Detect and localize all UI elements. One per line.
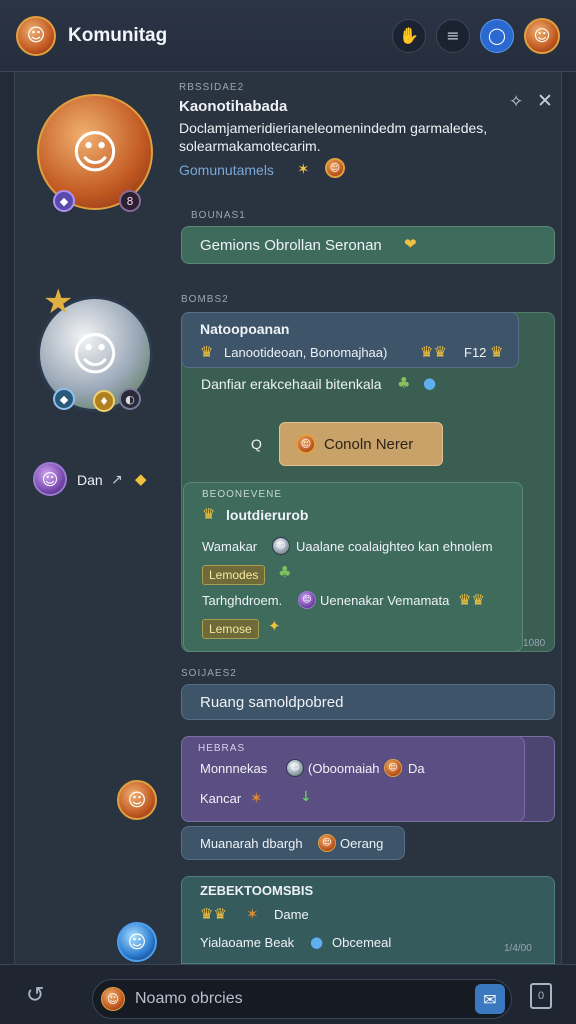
row1-text: Uaalane coalaighteo kan ehnolem (296, 539, 493, 554)
row1-label: Wamakar (202, 539, 258, 554)
crown-icon: ♛ (490, 343, 504, 361)
shield-badge-icon: ◆ (53, 190, 75, 212)
reply2-text: Ruang samoldpobred (200, 694, 344, 711)
nested-title: loutdierurob (226, 507, 309, 523)
level-badge: 8 (119, 190, 141, 212)
post-link[interactable]: Gomunutamels (179, 162, 274, 178)
menu-icon[interactable]: ≡ (436, 18, 470, 53)
purple-line1-b: (Oboomaiah (308, 761, 380, 776)
post-title: Kaonotihabada (179, 98, 288, 115)
top-bar: ☺ Komunitag ✋ ≡ ◯ ☺ (0, 0, 576, 72)
down-arrow-icon: ↓ (300, 789, 312, 805)
group-card-title: Natoopoanan (200, 321, 290, 337)
message-input[interactable] (135, 990, 455, 1008)
gold-badge-icon: ♦ (93, 390, 115, 412)
star-icon: ✶ (297, 160, 310, 178)
dark-badge-icon: ◐ (119, 388, 141, 410)
plant-icon: ♣ (278, 563, 292, 581)
purple-tag: HEBRAS (198, 743, 246, 754)
last-card[interactable]: ZEBEKTOOMSBIS ♛♛ ✶ Dame Yialaoame Beak ●… (181, 876, 555, 964)
crown-icon: ♛♛ (458, 591, 485, 609)
page-title: Komunitag (68, 24, 168, 46)
group-card-subtitle: Lanootideoan, Bonomajhaa) (224, 345, 388, 360)
clipboard-icon[interactable]: 0 (530, 983, 552, 1009)
crown-icon: ♛♛ (420, 343, 447, 361)
last-card-line2-b: Obcemeal (332, 935, 392, 950)
feed[interactable]: ☺ ◆ 8 RBSSIDAE2 Kaonotihabada Doclamjame… (14, 72, 562, 964)
small-reply-bubble[interactable]: Muanarah dbargh ☺ Oerang (181, 826, 405, 860)
post-body-line2: solearmakamotecarim. (179, 138, 321, 154)
star-badge-icon: ★ (43, 282, 74, 322)
purple-line2: Kancar (200, 791, 242, 806)
nested-card[interactable]: BEOONEVENE ♛ loutdierurob Wamakar ☺ Uaal… (183, 482, 523, 652)
composer-bar: ↺ ☺ ✉ 0 (0, 964, 576, 1024)
shield-badge-icon: ◆ (53, 388, 75, 410)
tree-icon: ♣ (397, 374, 411, 392)
send-icon[interactable]: ✉ (475, 984, 505, 1014)
button-prefix: Q (251, 436, 262, 452)
community-avatar[interactable]: ☺ (16, 15, 56, 56)
group-card[interactable]: Natoopoanan ♛ Lanootideoan, Bonomajhaa) … (181, 312, 519, 368)
close-icon[interactable]: ✕ (537, 90, 553, 112)
pin-icon[interactable]: ✧ (509, 92, 523, 112)
gem-icon: ◆ (135, 470, 147, 488)
side-user-avatar[interactable]: ☺ (33, 462, 67, 496)
post-body-line1: Doclamjameridierianeleomenindedm garmale… (179, 120, 488, 136)
composer-avatar: ☺ (101, 987, 125, 1011)
last-author-avatar[interactable]: ☺ (117, 922, 157, 962)
reply1-bubble[interactable]: Gemions Obrollan Seronan ❤ (181, 226, 555, 264)
small-reply-text: Muanarah dbargh (200, 836, 303, 851)
last-card-line1: Dame (274, 907, 309, 922)
purple-avatar-2: ☺ (384, 759, 402, 777)
crown-icon: ♛ (202, 505, 216, 523)
claw-icon: ✶ (246, 905, 259, 923)
group-tag: BOMBS2 (181, 294, 229, 305)
crown-icon: ♛♛ (200, 905, 227, 923)
last-card-title: ZEBEKTOOMSBIS (200, 883, 314, 898)
crown-icon: ♛ (200, 343, 214, 361)
conoln-button[interactable]: ☺ Conoln Nerer (279, 422, 443, 466)
ring-icon[interactable]: ◯ (480, 18, 514, 53)
side-user-name: Dan (77, 472, 103, 488)
purple-avatar-1: ☺ (286, 759, 304, 777)
nested-corner: 1080 (523, 638, 546, 649)
group-card-extra: F12 (464, 345, 487, 360)
user-avatar[interactable]: ☺ (524, 17, 560, 54)
globe-icon: ● (310, 933, 324, 951)
post-tag: RBSSIDAE2 (179, 82, 245, 93)
row2-label: Tarhghdroem. (202, 593, 283, 608)
row2-text: Uenenakar Vemamata (320, 593, 450, 608)
purple-line1-c: Da (408, 761, 425, 776)
row1-avatar: ☺ (272, 537, 290, 555)
globe-icon: ● (423, 374, 437, 392)
clipboard-count: 0 (537, 990, 545, 1002)
claw-icon: ✶ (250, 789, 263, 807)
chip-1[interactable]: Lemodes (202, 565, 266, 585)
purple-author-avatar[interactable]: ☺ (117, 780, 157, 820)
history-icon[interactable]: ↺ (26, 983, 44, 1008)
arrow-icon: ↗ (111, 472, 123, 488)
last-card-line2-a: Yialaoame Beak (200, 935, 295, 950)
spark-icon: ✦ (268, 617, 281, 635)
purple-message[interactable]: HEBRAS Monnnekas ☺ (Oboomaiah ☺ Da Kanca… (181, 736, 525, 822)
button-label: Conoln Nerer (324, 435, 414, 453)
row2-avatar: ☺ (298, 591, 316, 609)
trophy-icon: ❤ (404, 235, 417, 253)
last-card-corner: 1/4/00 (504, 943, 532, 954)
mini-avatar: ☺ (325, 158, 345, 178)
purple-line1-a: Monnnekas (200, 761, 268, 776)
reply1-tag: BOUNAS1 (191, 210, 246, 221)
hand-icon[interactable]: ✋ (392, 18, 426, 53)
small-reply-text2: Oerang (340, 836, 384, 851)
chip-2[interactable]: Lemose (202, 619, 259, 639)
message-composer[interactable]: ☺ ✉ (92, 979, 512, 1019)
button-avatar: ☺ (296, 434, 316, 454)
small-reply-avatar: ☺ (318, 834, 336, 852)
nested-tag: BEOONEVENE (202, 489, 283, 500)
reply2-bubble[interactable]: Ruang samoldpobred (181, 684, 555, 720)
group-line: Danfiar erakcehaail bitenkala (201, 376, 382, 392)
reply1-text: Gemions Obrollan Seronan (200, 237, 382, 254)
reply2-tag: SOIJAES2 (181, 668, 237, 679)
